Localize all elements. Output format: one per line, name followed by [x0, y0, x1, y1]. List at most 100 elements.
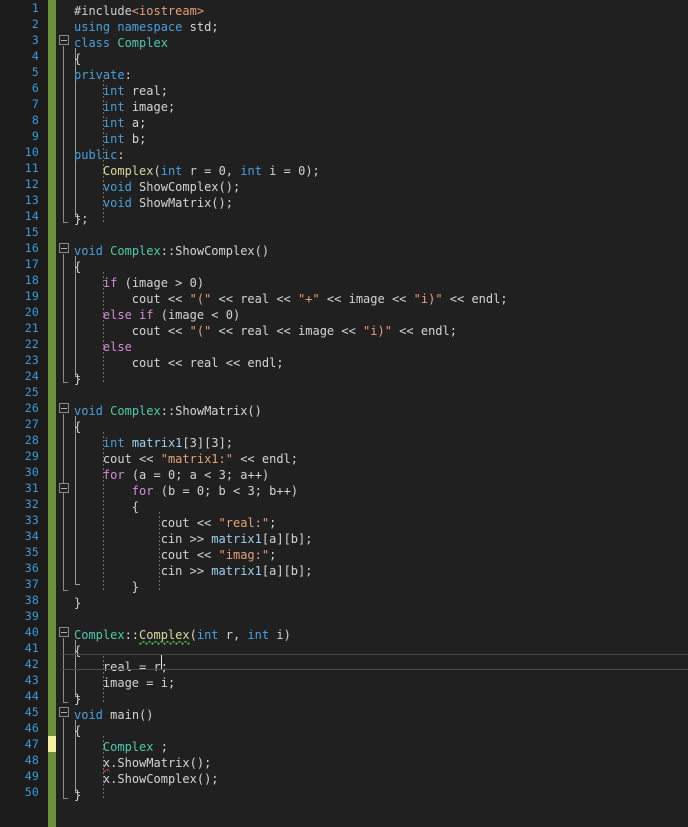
code-line[interactable]: void Complex::ShowMatrix()	[72, 403, 688, 419]
code-line[interactable]: void Complex::ShowComplex()	[72, 243, 688, 259]
code-editor[interactable]: 1 2 3 4 5 6 7 8 9 10 11 12 13 14 15 16 17 18 19 20 21 22 23 24 2…	[0, 0, 688, 827]
code-line[interactable]: {	[72, 51, 688, 67]
line-number: 44	[24, 689, 39, 703]
line-number: 31	[24, 481, 39, 495]
code-line[interactable]: };	[72, 211, 688, 227]
code-line[interactable]: int b;	[72, 131, 688, 147]
code-line[interactable]: class Complex	[72, 35, 688, 51]
line-number: 9	[31, 129, 39, 143]
code-line[interactable]	[72, 387, 688, 403]
code-line[interactable]: using namespace std;	[72, 19, 688, 35]
line-number: 35	[24, 545, 39, 559]
line-number: 7	[31, 97, 39, 111]
code-line[interactable]: int image;	[72, 99, 688, 115]
code-line[interactable]: cout << "matrix1:" << endl;	[72, 451, 688, 467]
line-number: 43	[24, 673, 39, 687]
line-number-column: 1 2 3 4 5 6 7 8 9 10 11 12 13 14 15 16 17 18 19 20 21 22 23 24 2…	[0, 0, 46, 800]
code-line[interactable]: int real;	[72, 83, 688, 99]
code-line[interactable]: else if (image < 0)	[72, 307, 688, 323]
line-number: 30	[24, 465, 39, 479]
code-line[interactable]: {	[72, 419, 688, 435]
code-line-text: using namespace std;	[74, 20, 219, 34]
code-line[interactable]	[72, 611, 688, 627]
code-line[interactable]	[72, 227, 688, 243]
fold-margin[interactable]	[56, 0, 72, 827]
code-line[interactable]: for (b = 0; b < 3; b++)	[72, 483, 688, 499]
line-number: 6	[31, 81, 39, 95]
code-line-text: cout << "(" << real << "+" << image << "…	[131, 292, 508, 306]
code-line[interactable]: }	[72, 595, 688, 611]
line-number: 24	[24, 369, 39, 383]
fold-scope-line-16	[63, 254, 64, 382]
line-number: 45	[24, 705, 39, 719]
fold-toggle-line-3[interactable]	[59, 35, 69, 45]
change-bar-saved	[48, 0, 56, 827]
fold-toggle-line-16[interactable]	[59, 243, 69, 253]
fold-toggle-line-31[interactable]	[59, 483, 69, 493]
code-line[interactable]: cout << "imag:";	[72, 547, 688, 563]
code-line-text: void ShowComplex();	[102, 180, 241, 194]
code-line[interactable]: {	[72, 259, 688, 275]
line-number: 38	[24, 593, 39, 607]
line-number: 37	[24, 577, 39, 591]
code-surface[interactable]: #include<iostream> using namespace std; cl…	[72, 0, 688, 827]
code-line[interactable]: cout << "(" << real << image << "i)" << …	[72, 323, 688, 339]
code-line[interactable]: if (image > 0)	[72, 275, 688, 291]
code-line[interactable]: void main()	[72, 707, 688, 723]
code-line[interactable]: void ShowMatrix();	[72, 195, 688, 211]
code-line[interactable]: }	[72, 787, 688, 803]
text-caret	[161, 655, 162, 669]
code-line-text: void ShowMatrix();	[102, 196, 233, 210]
code-line[interactable]: {	[72, 723, 688, 739]
code-line[interactable]: private:	[72, 67, 688, 83]
code-line[interactable]: #include<iostream>	[72, 3, 688, 19]
code-line[interactable]: Complex(int r = 0, int i = 0);	[72, 163, 688, 179]
code-line-text: void Complex::ShowComplex()	[74, 244, 270, 258]
code-line-text: private:	[74, 68, 132, 82]
code-line[interactable]: cout << "real:";	[72, 515, 688, 531]
line-number: 46	[24, 721, 39, 735]
fold-scope-end-3	[63, 222, 68, 223]
code-line[interactable]: {	[72, 643, 688, 659]
line-number: 2	[31, 17, 39, 31]
code-line[interactable]: cout << "(" << real << "+" << image << "…	[72, 291, 688, 307]
code-line[interactable]: Complex ;	[72, 739, 688, 755]
code-line[interactable]: void ShowComplex();	[72, 179, 688, 195]
code-line[interactable]: Complex::Complex(int r, int i)	[72, 627, 688, 643]
code-line[interactable]: }	[72, 691, 688, 707]
code-line-text: };	[74, 212, 89, 226]
code-line[interactable]: cin >> matrix1[a][b];	[72, 531, 688, 547]
line-number: 4	[31, 49, 39, 63]
line-number: 27	[24, 417, 39, 431]
code-line[interactable]: {	[72, 499, 688, 515]
line-number: 34	[24, 529, 39, 543]
code-line[interactable]: cin >> matrix1[a][b];	[72, 563, 688, 579]
line-number: 16	[24, 241, 39, 255]
code-line-text: {	[74, 420, 82, 434]
code-line[interactable]: int a;	[72, 115, 688, 131]
line-number: 25	[24, 385, 39, 399]
code-line[interactable]: int matrix1[3][3];	[72, 435, 688, 451]
fold-scope-line-40	[63, 638, 64, 702]
code-line[interactable]: else	[72, 339, 688, 355]
code-line[interactable]: x.ShowComplex();	[72, 771, 688, 787]
code-line[interactable]: public:	[72, 147, 688, 163]
code-line[interactable]: image = i;	[72, 675, 688, 691]
fold-toggle-line-26[interactable]	[59, 403, 69, 413]
line-number: 1	[31, 1, 39, 15]
code-line-text: real = r;	[102, 660, 168, 674]
code-line[interactable]: }	[72, 579, 688, 595]
code-line[interactable]: for (a = 0; a < 3; a++)	[72, 467, 688, 483]
code-line-text: cin >> matrix1[a][b];	[160, 532, 313, 546]
code-line[interactable]: }	[72, 371, 688, 387]
fold-scope-end-16	[63, 382, 68, 383]
code-line[interactable]: cout << real << endl;	[72, 355, 688, 371]
code-line-text: int b;	[102, 132, 147, 146]
code-line[interactable]: real = r;	[72, 659, 688, 675]
code-line-text: cout << "matrix1:" << endl;	[102, 452, 299, 466]
code-line[interactable]: x.ShowMatrix();	[72, 755, 688, 771]
fold-toggle-line-45[interactable]	[59, 707, 69, 717]
line-number: 8	[31, 113, 39, 127]
fold-toggle-line-40[interactable]	[59, 627, 69, 637]
